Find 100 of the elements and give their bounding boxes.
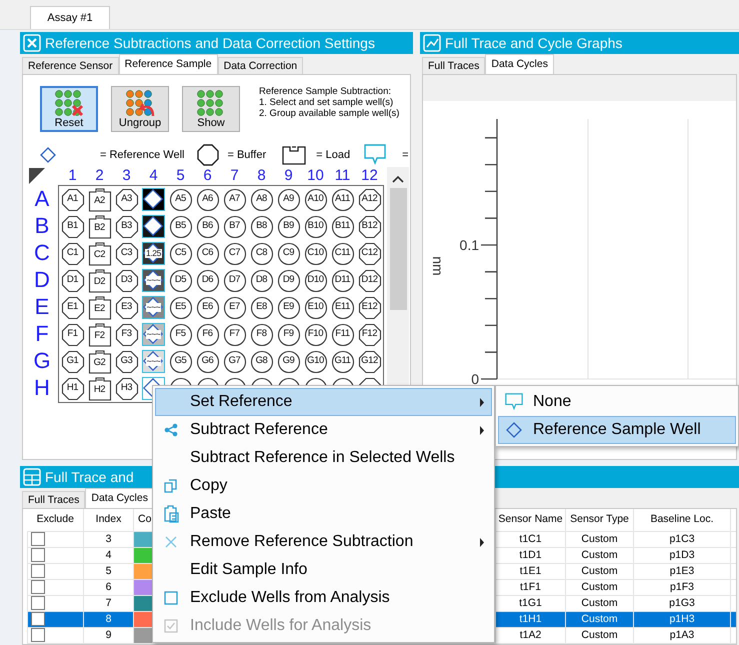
reference-well[interactable]: ~~~ (142, 323, 165, 346)
menu-item[interactable]: Set Reference (155, 388, 492, 416)
sample-well[interactable]: F11 (330, 322, 354, 346)
sample-well[interactable]: D9 (276, 268, 300, 292)
menu-item[interactable]: Reference Sample Well (498, 416, 736, 444)
buffer-well[interactable]: B3 (114, 214, 138, 238)
load-well[interactable]: D2 (88, 268, 112, 292)
buffer-well[interactable]: B12 (358, 214, 382, 238)
sample-well[interactable]: C5 (168, 242, 192, 266)
reference-well[interactable]: ~~~ (142, 269, 165, 292)
sample-well[interactable]: A8 (250, 188, 274, 212)
buffer-well[interactable]: E3 (114, 296, 138, 320)
tab[interactable]: Data Cycles (485, 54, 554, 74)
sample-well[interactable]: G10 (304, 350, 328, 374)
buffer-well[interactable]: B1 (60, 214, 84, 238)
sample-well[interactable]: G6 (196, 350, 220, 374)
buffer-well[interactable]: D3 (114, 268, 138, 292)
checkbox[interactable] (31, 532, 45, 546)
sample-well[interactable]: F8 (250, 322, 274, 346)
sample-well[interactable]: C11 (330, 242, 354, 266)
menu-item[interactable]: Subtract Reference in Selected Wells (155, 444, 492, 472)
buffer-well[interactable]: G12 (358, 350, 382, 374)
sample-well[interactable]: A11 (330, 188, 354, 212)
sample-well[interactable]: B5 (168, 214, 192, 238)
buffer-well[interactable]: F1 (60, 322, 84, 346)
toolbar-button[interactable]: Ungroup (111, 86, 169, 132)
sample-well[interactable]: E8 (250, 296, 274, 320)
checkbox[interactable] (31, 564, 45, 578)
reference-well[interactable]: ~~~ (142, 296, 165, 319)
buffer-well[interactable]: F3 (114, 322, 138, 346)
load-well[interactable]: C2 (88, 242, 112, 266)
sample-well[interactable]: G7 (222, 350, 246, 374)
sample-well[interactable]: A9 (276, 188, 300, 212)
toolbar-button[interactable]: Reset (40, 86, 98, 132)
buffer-well[interactable]: A12 (358, 188, 382, 212)
load-well[interactable]: E2 (88, 296, 112, 320)
load-well[interactable]: G2 (88, 350, 112, 374)
checkbox[interactable] (31, 596, 45, 610)
load-well[interactable]: F2 (88, 322, 112, 346)
buffer-well[interactable]: A1 (60, 188, 84, 212)
buffer-well[interactable]: C1 (60, 242, 84, 266)
document-tab[interactable]: Assay #1 (30, 6, 110, 29)
reference-well[interactable] (142, 215, 165, 238)
tab[interactable]: Reference Sensor (22, 57, 119, 74)
sample-well[interactable]: C9 (276, 242, 300, 266)
buffer-well[interactable]: G3 (114, 350, 138, 374)
sample-well[interactable]: E10 (304, 296, 328, 320)
menu-item[interactable]: Subtract Reference (155, 416, 492, 444)
tab[interactable]: Data Cycles (85, 488, 154, 508)
load-well[interactable]: H2 (88, 376, 112, 400)
column-header[interactable]: Sensor Type (566, 509, 634, 531)
sample-well[interactable]: B9 (276, 214, 300, 238)
sample-well[interactable]: C8 (250, 242, 274, 266)
sample-well[interactable]: E7 (222, 296, 246, 320)
sample-well[interactable]: F5 (168, 322, 192, 346)
sample-well[interactable]: D7 (222, 268, 246, 292)
sample-well[interactable]: D6 (196, 268, 220, 292)
sample-well[interactable]: G8 (250, 350, 274, 374)
sample-well[interactable]: A7 (222, 188, 246, 212)
load-well[interactable]: B2 (88, 214, 112, 238)
buffer-well[interactable]: H1 (60, 376, 84, 400)
sample-well[interactable]: B10 (304, 214, 328, 238)
sample-well[interactable]: D8 (250, 268, 274, 292)
sample-well[interactable]: G5 (168, 350, 192, 374)
tab[interactable]: Data Correction (218, 57, 304, 74)
tab[interactable]: Full Traces (22, 491, 86, 508)
sample-well[interactable]: E5 (168, 296, 192, 320)
sample-well[interactable]: G9 (276, 350, 300, 374)
buffer-well[interactable]: E1 (60, 296, 84, 320)
checkbox[interactable] (31, 628, 45, 642)
sample-well[interactable]: E6 (196, 296, 220, 320)
menu-item[interactable]: None (498, 388, 736, 416)
checkbox[interactable] (31, 548, 45, 562)
sample-well[interactable]: F7 (222, 322, 246, 346)
reference-well[interactable]: 1.25 (142, 242, 165, 265)
sample-well[interactable]: G11 (330, 350, 354, 374)
column-header[interactable]: Baseline Loc. (634, 509, 730, 531)
sample-well[interactable]: A10 (304, 188, 328, 212)
sample-well[interactable]: E9 (276, 296, 300, 320)
buffer-well[interactable]: A3 (114, 188, 138, 212)
tab[interactable]: Reference Sample (118, 54, 218, 74)
column-header[interactable]: Index (84, 509, 134, 531)
sample-well[interactable]: B11 (330, 214, 354, 238)
buffer-well[interactable]: F12 (358, 322, 382, 346)
sample-well[interactable]: A6 (196, 188, 220, 212)
tab[interactable]: Full Traces (422, 57, 486, 74)
sample-well[interactable]: B8 (250, 214, 274, 238)
sample-well[interactable]: F9 (276, 322, 300, 346)
buffer-well[interactable]: E12 (358, 296, 382, 320)
sample-well[interactable]: F10 (304, 322, 328, 346)
sample-well[interactable]: C6 (196, 242, 220, 266)
sample-well[interactable]: C10 (304, 242, 328, 266)
sample-well[interactable]: A5 (168, 188, 192, 212)
buffer-well[interactable]: G1 (60, 350, 84, 374)
load-well[interactable]: A2 (88, 188, 112, 212)
sample-well[interactable]: B7 (222, 214, 246, 238)
sample-well[interactable]: E11 (330, 296, 354, 320)
buffer-well[interactable]: D1 (60, 268, 84, 292)
sample-well[interactable]: D11 (330, 268, 354, 292)
menu-item[interactable]: Copy (155, 472, 492, 500)
